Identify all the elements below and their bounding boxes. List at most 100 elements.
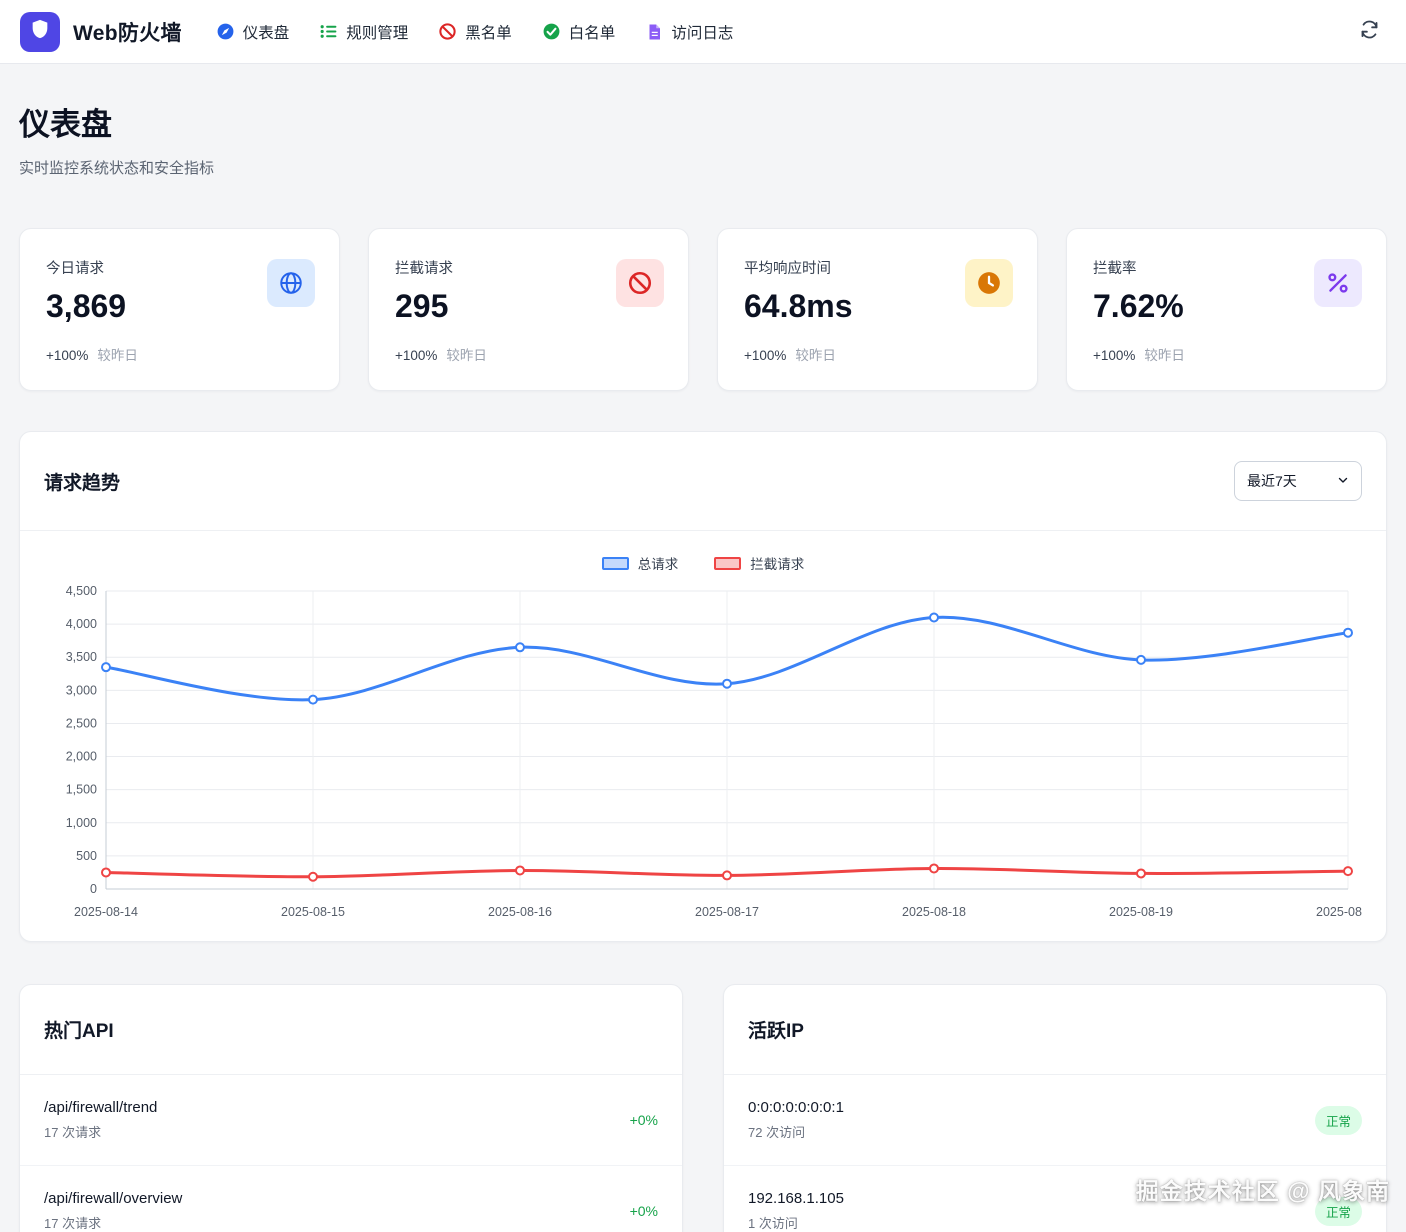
stat-label: 平均响应时间	[744, 261, 831, 277]
stat-change-value: +100%	[395, 348, 438, 363]
svg-text:3,500: 3,500	[66, 650, 97, 664]
legend-label: 拦截请求	[750, 557, 805, 572]
svg-text:4,000: 4,000	[66, 617, 97, 631]
line-chart: 0 500 1,000 1,500 2,000 2,500 3,000 3,500 4,000 4…	[66, 584, 1362, 919]
stat-card-block-rate: 拦截率 7.62% +100% 较昨日	[1066, 228, 1387, 391]
stat-change-value: +100%	[1093, 348, 1136, 363]
stat-compare-label: 较昨日	[795, 348, 836, 363]
globe-icon	[267, 259, 315, 307]
legend-swatch	[714, 556, 742, 570]
active-ip-title: 活跃IP	[748, 1021, 804, 1042]
legend-item-total-requests[interactable]: 总请求	[601, 553, 679, 573]
logs-icon	[645, 23, 663, 41]
whitelist-icon	[542, 22, 561, 41]
svg-text:500: 500	[76, 849, 97, 863]
stat-label: 拦截率	[1093, 261, 1137, 277]
nav-label: 访问日志	[671, 24, 734, 42]
api-change: +0%	[629, 1112, 658, 1128]
nav-label: 规则管理	[346, 24, 409, 42]
blacklist-icon	[438, 22, 457, 41]
list-item: 192.168.1.105 1 次访问 正常	[724, 1166, 1386, 1232]
hot-api-panel: 热门API /api/firewall/trend 17 次请求 +0% /ap…	[19, 984, 683, 1232]
stats-grid: 今日请求 3,869 +100% 较昨日 拦截请求 295 +100% 较昨日 …	[19, 228, 1387, 391]
status-badge: 正常	[1314, 1105, 1362, 1135]
list-item: /api/firewall/trend 17 次请求 +0%	[20, 1075, 682, 1166]
list-item: /api/firewall/overview 17 次请求 +0%	[20, 1166, 682, 1232]
stat-label: 拦截请求	[395, 261, 453, 277]
page-title: 仪表盘	[19, 107, 112, 142]
svg-text:2025-08-15: 2025-08-15	[281, 905, 345, 919]
svg-text:3,000: 3,000	[66, 683, 97, 697]
dashboard-icon	[216, 22, 235, 41]
stat-value: 295	[395, 288, 449, 324]
svg-text:2,500: 2,500	[66, 716, 97, 730]
api-count: 17 次请求	[44, 1216, 102, 1231]
main-content: 仪表盘 实时监控系统状态和安全指标 今日请求 3,869 +100% 较昨日 拦截…	[0, 99, 1406, 1232]
legend-item-blocked-requests[interactable]: 拦截请求	[714, 553, 804, 573]
legend-label: 总请求	[637, 557, 679, 572]
svg-text:2025-08-14: 2025-08-14	[74, 905, 138, 919]
rules-icon	[319, 22, 338, 41]
hot-api-title: 热门API	[44, 1021, 114, 1042]
svg-text:2025-08-17: 2025-08-17	[695, 905, 759, 919]
percent-icon	[1314, 259, 1362, 307]
chart-title: 请求趋势	[44, 472, 121, 494]
bottom-panels: 热门API /api/firewall/trend 17 次请求 +0% /ap…	[19, 984, 1387, 1232]
top-navbar: Web防火墙 仪表盘 规则管理 黑名单 白名单 访问日志	[0, 0, 1406, 64]
clock-icon	[965, 259, 1013, 307]
api-path: /api/firewall/trend	[44, 1099, 158, 1116]
svg-text:2025-08-18: 2025-08-18	[902, 905, 966, 919]
app-title: Web防火墙	[73, 21, 182, 45]
refresh-icon	[1359, 19, 1380, 45]
shield-icon	[29, 18, 51, 45]
page-subtitle: 实时监控系统状态和安全指标	[19, 160, 215, 177]
ip-address: 0:0:0:0:0:0:0:1	[748, 1099, 844, 1116]
svg-text:2,000: 2,000	[66, 750, 97, 764]
main-nav: 仪表盘 规则管理 黑名单 白名单 访问日志	[216, 21, 1325, 43]
ip-count: 1 次访问	[748, 1216, 798, 1231]
svg-text:2025-08-16: 2025-08-16	[488, 905, 552, 919]
api-count: 17 次请求	[44, 1125, 102, 1140]
time-range-value: 最近7天	[1247, 473, 1297, 489]
app-logo	[20, 11, 60, 52]
nav-item-dashboard[interactable]: 仪表盘	[216, 21, 290, 43]
active-ip-panel: 活跃IP 0:0:0:0:0:0:0:1 72 次访问 正常 192.168.1…	[723, 984, 1387, 1232]
stat-change: +100% 较昨日	[46, 344, 315, 364]
request-trend-card: 请求趋势 最近7天 总请求 拦截请求 0 500 1,000 1,500 2,000 2,…	[19, 431, 1387, 942]
stat-value: 3,869	[46, 288, 127, 324]
time-range-select[interactable]: 最近7天	[1234, 461, 1362, 501]
svg-text:0: 0	[90, 882, 97, 896]
svg-text:2025-08-20: 2025-08-20	[1316, 905, 1362, 919]
svg-text:1,000: 1,000	[66, 816, 97, 830]
nav-label: 仪表盘	[242, 24, 290, 42]
stat-value: 64.8ms	[744, 288, 853, 324]
stat-change: +100% 较昨日	[744, 344, 1013, 364]
nav-item-whitelist[interactable]: 白名单	[542, 21, 616, 43]
nav-item-rules[interactable]: 规则管理	[319, 21, 408, 43]
nav-item-blacklist[interactable]: 黑名单	[438, 21, 512, 43]
stat-card-requests-today: 今日请求 3,869 +100% 较昨日	[19, 228, 340, 391]
refresh-button[interactable]	[1359, 19, 1380, 45]
stat-value: 7.62%	[1093, 288, 1184, 324]
stat-card-avg-response-time: 平均响应时间 64.8ms +100% 较昨日	[717, 228, 1038, 391]
chart-body: 总请求 拦截请求 0 500 1,000 1,500 2,000 2,500 3,000 3,…	[20, 531, 1386, 941]
nav-label: 白名单	[568, 24, 616, 42]
svg-text:2025-08-19: 2025-08-19	[1109, 905, 1173, 919]
legend-swatch	[601, 556, 629, 570]
svg-text:1,500: 1,500	[66, 783, 97, 797]
svg-text:4,500: 4,500	[66, 584, 97, 598]
api-change: +0%	[629, 1203, 658, 1219]
chevron-down-icon	[1337, 473, 1349, 489]
brand: Web防火墙	[20, 11, 182, 52]
stat-compare-label: 较昨日	[1144, 348, 1185, 363]
nav-label: 黑名单	[465, 24, 512, 42]
ip-count: 72 次访问	[748, 1125, 806, 1140]
stat-change-value: +100%	[46, 348, 89, 363]
stat-compare-label: 较昨日	[446, 348, 487, 363]
ip-address: 192.168.1.105	[748, 1190, 844, 1207]
block-icon	[616, 259, 664, 307]
api-path: /api/firewall/overview	[44, 1190, 183, 1207]
nav-item-logs[interactable]: 访问日志	[645, 21, 733, 43]
stat-compare-label: 较昨日	[97, 348, 138, 363]
chart-legend: 总请求 拦截请求	[44, 553, 1362, 573]
